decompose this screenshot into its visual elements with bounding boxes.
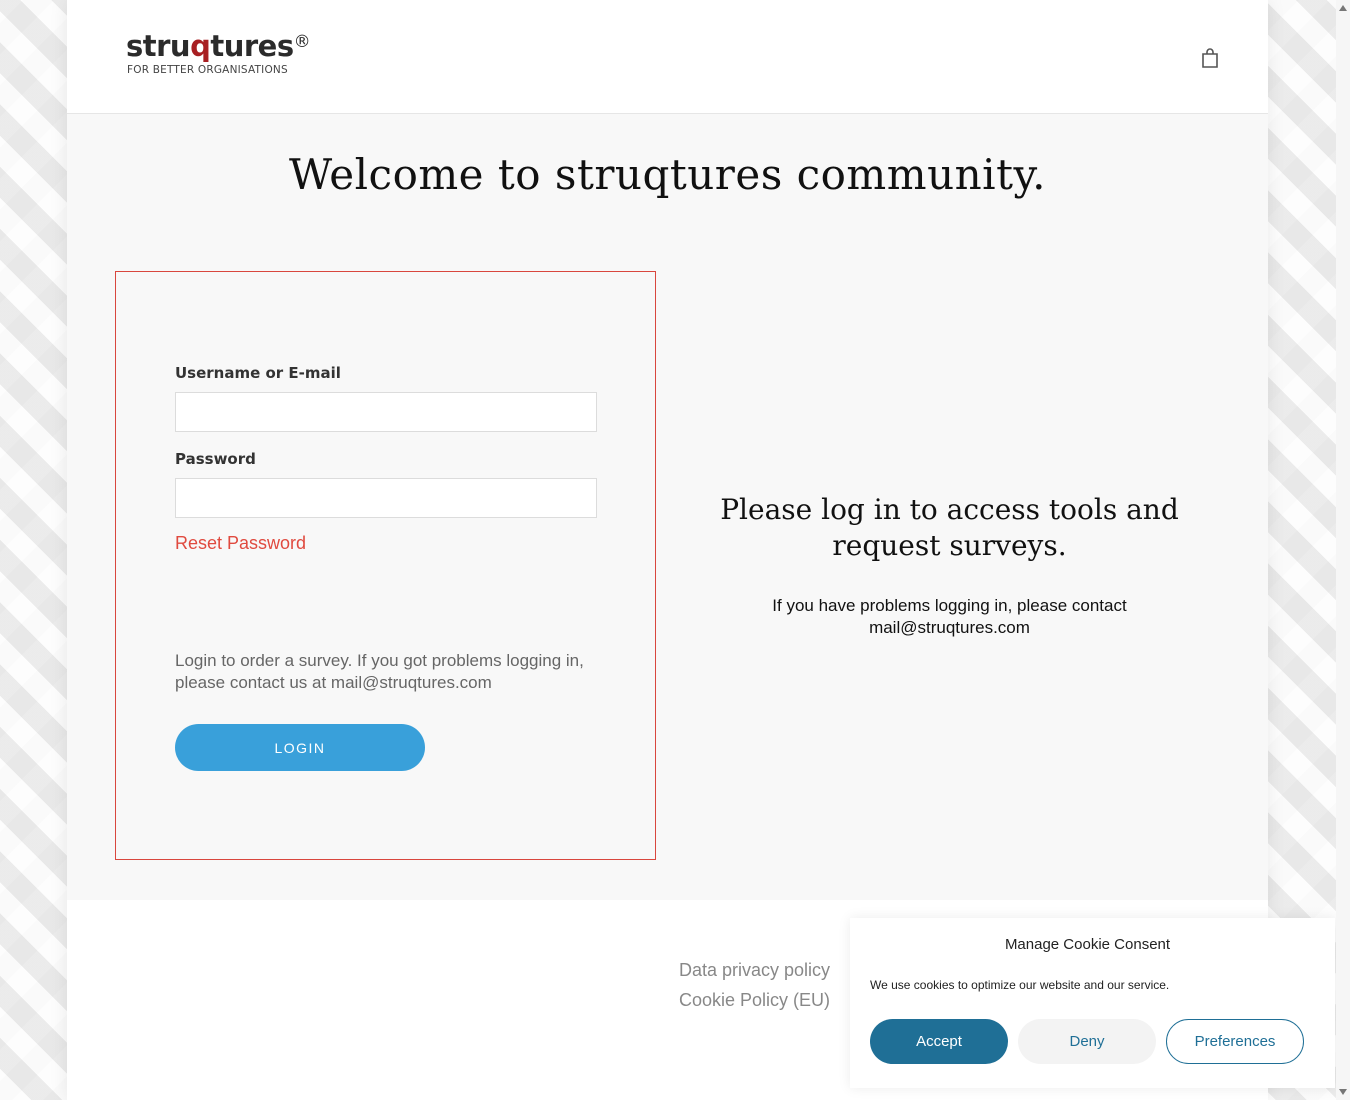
info-heading: Please log in to access tools and reques… — [720, 493, 1179, 562]
cookie-title: Manage Cookie Consent — [1004, 936, 1171, 953]
username-input[interactable] — [175, 392, 597, 432]
accept-button[interactable]: Accept — [870, 1019, 1008, 1064]
data-privacy-link[interactable]: Data privacy policy — [679, 960, 830, 981]
site-logo[interactable]: struqtures® FOR BETTER ORGANISATIONS — [126, 29, 311, 76]
login-form: Username or E-mail Password Reset Passwo… — [115, 271, 656, 860]
scroll-down-arrow-icon[interactable] — [1339, 1089, 1347, 1095]
username-label: Username or E-mail — [175, 364, 341, 382]
page-scrollbar[interactable] — [1336, 0, 1350, 1100]
preferences-button[interactable]: Preferences — [1166, 1019, 1304, 1064]
login-button[interactable]: LOGIN — [175, 724, 425, 771]
shopping-bag-icon[interactable] — [1201, 48, 1219, 68]
logo-tagline: FOR BETTER ORGANISATIONS — [127, 64, 288, 76]
page-title: Welcome to struqtures community. — [289, 150, 1046, 199]
login-note: Login to order a survey. If you got prob… — [175, 651, 584, 692]
site-header: struqtures® FOR BETTER ORGANISATIONS — [67, 0, 1268, 114]
cookie-consent-banner: Manage Cookie Consent We use cookies to … — [850, 918, 1335, 1088]
scroll-up-arrow-icon[interactable] — [1339, 5, 1347, 11]
logo-wordmark: struqtures® — [126, 29, 311, 63]
deny-button[interactable]: Deny — [1018, 1019, 1156, 1064]
password-input[interactable] — [175, 478, 597, 518]
info-text: If you have problems logging in, please … — [772, 596, 1127, 637]
password-label: Password — [175, 450, 256, 468]
cookie-policy-link[interactable]: Cookie Policy (EU) — [679, 990, 830, 1011]
reset-password-link[interactable]: Reset Password — [175, 533, 306, 554]
cookie-text: We use cookies to optimize our website a… — [870, 978, 1170, 992]
